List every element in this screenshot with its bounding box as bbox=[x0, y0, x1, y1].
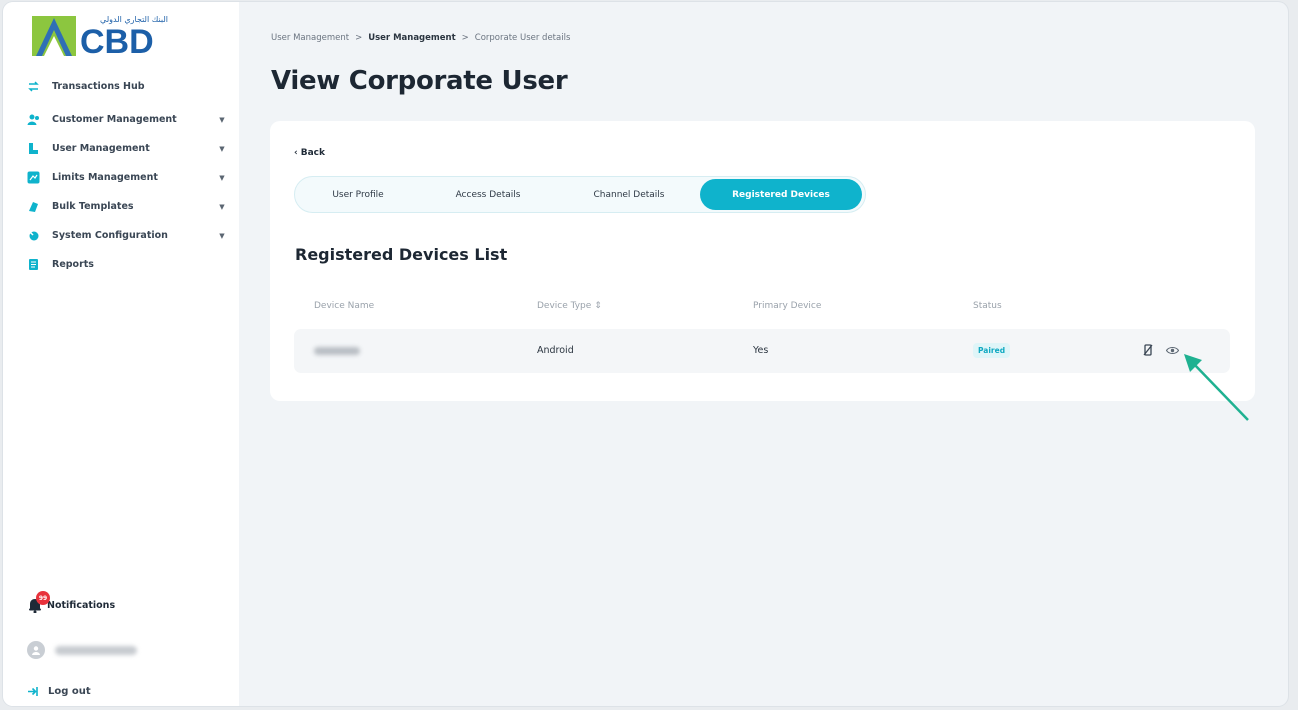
sidebar-item-bulk-templates[interactable]: Bulk Templates ▼ bbox=[27, 192, 227, 221]
cell-device-type: Android bbox=[537, 345, 574, 356]
chevron-down-icon[interactable]: ▼ bbox=[217, 116, 227, 124]
table-row: Android Yes Paired bbox=[294, 329, 1230, 373]
sidebar-item-customer-management[interactable]: Customer Management ▼ bbox=[27, 105, 227, 134]
unpair-icon[interactable] bbox=[1141, 342, 1155, 358]
breadcrumb-item-current: Corporate User details bbox=[474, 33, 571, 43]
chevron-down-icon[interactable]: ▼ bbox=[217, 174, 227, 182]
breadcrumb-separator: > bbox=[355, 33, 363, 43]
limits-icon bbox=[27, 171, 40, 184]
logout-button[interactable]: Log out bbox=[27, 676, 227, 706]
breadcrumb-item-user-management-2[interactable]: User Management bbox=[368, 33, 455, 43]
section-title: Registered Devices List bbox=[295, 245, 508, 264]
bell-icon: 99 bbox=[27, 591, 50, 614]
cbd-logo[interactable]: CBD البنك التجاري الدولي bbox=[30, 10, 172, 61]
avatar bbox=[27, 641, 45, 659]
chevron-left-icon: ‹ bbox=[294, 148, 298, 158]
app-window: CBD البنك التجاري الدولي Transactions Hu… bbox=[3, 2, 1288, 706]
tab-access-details[interactable]: Access Details bbox=[418, 179, 558, 210]
breadcrumb-item-user-management[interactable]: User Management bbox=[271, 33, 349, 43]
chevron-down-icon[interactable]: ▼ bbox=[217, 145, 227, 153]
chevron-down-icon[interactable]: ▼ bbox=[217, 232, 227, 240]
logout-icon bbox=[27, 685, 40, 698]
back-button[interactable]: ‹ Back bbox=[294, 148, 325, 158]
column-header-device-name: Device Name bbox=[314, 301, 375, 311]
column-header-device-type[interactable]: Device Type ⇕ bbox=[537, 301, 602, 311]
tab-registered-devices[interactable]: Registered Devices bbox=[700, 179, 862, 210]
sidebar-item-reports[interactable]: Reports bbox=[27, 250, 227, 279]
customer-icon bbox=[27, 113, 40, 126]
tab-user-profile[interactable]: User Profile bbox=[298, 179, 418, 210]
transactions-icon bbox=[27, 80, 40, 93]
page-title: View Corporate User bbox=[271, 66, 568, 96]
cell-primary-device: Yes bbox=[753, 345, 769, 356]
svg-text:البنك التجاري الدولي: البنك التجاري الدولي bbox=[100, 15, 168, 24]
user-profile[interactable] bbox=[27, 630, 227, 670]
config-icon bbox=[27, 229, 40, 242]
notifications-link[interactable]: 99 Notifications bbox=[27, 590, 227, 620]
sidebar-item-limits-management[interactable]: Limits Management ▼ bbox=[27, 163, 227, 192]
column-header-primary-device: Primary Device bbox=[753, 301, 822, 311]
sidebar: CBD البنك التجاري الدولي Transactions Hu… bbox=[3, 2, 239, 706]
sidebar-item-transactions-hub[interactable]: Transactions Hub bbox=[27, 72, 227, 101]
sidebar-footer: 99 Notifications Log out bbox=[27, 590, 227, 706]
user-icon bbox=[27, 142, 40, 155]
main-content: User Management > User Management > Corp… bbox=[239, 2, 1288, 706]
sidebar-item-system-configuration[interactable]: System Configuration ▼ bbox=[27, 221, 227, 250]
chevron-down-icon[interactable]: ▼ bbox=[217, 203, 227, 211]
redacted-user-name bbox=[55, 645, 137, 655]
status-badge: Paired bbox=[973, 343, 1011, 358]
svg-text:CBD: CBD bbox=[80, 23, 154, 60]
breadcrumb: User Management > User Management > Corp… bbox=[271, 33, 570, 43]
notification-count-badge: 99 bbox=[36, 591, 50, 605]
sidebar-item-user-management[interactable]: User Management ▼ bbox=[27, 134, 227, 163]
view-icon[interactable] bbox=[1165, 342, 1179, 358]
breadcrumb-separator: > bbox=[461, 33, 469, 43]
details-card: ‹ Back User Profile Access Details Chann… bbox=[270, 121, 1255, 401]
tab-channel-details[interactable]: Channel Details bbox=[558, 179, 700, 210]
sort-icon[interactable]: ⇕ bbox=[594, 301, 602, 311]
column-header-status: Status bbox=[973, 301, 1002, 311]
template-icon bbox=[27, 200, 40, 213]
redacted-device-name bbox=[314, 347, 360, 355]
tab-bar: User Profile Access Details Channel Deta… bbox=[294, 176, 866, 213]
reports-icon bbox=[27, 258, 40, 271]
sidebar-nav: Transactions Hub Customer Management ▼ U… bbox=[27, 72, 227, 279]
